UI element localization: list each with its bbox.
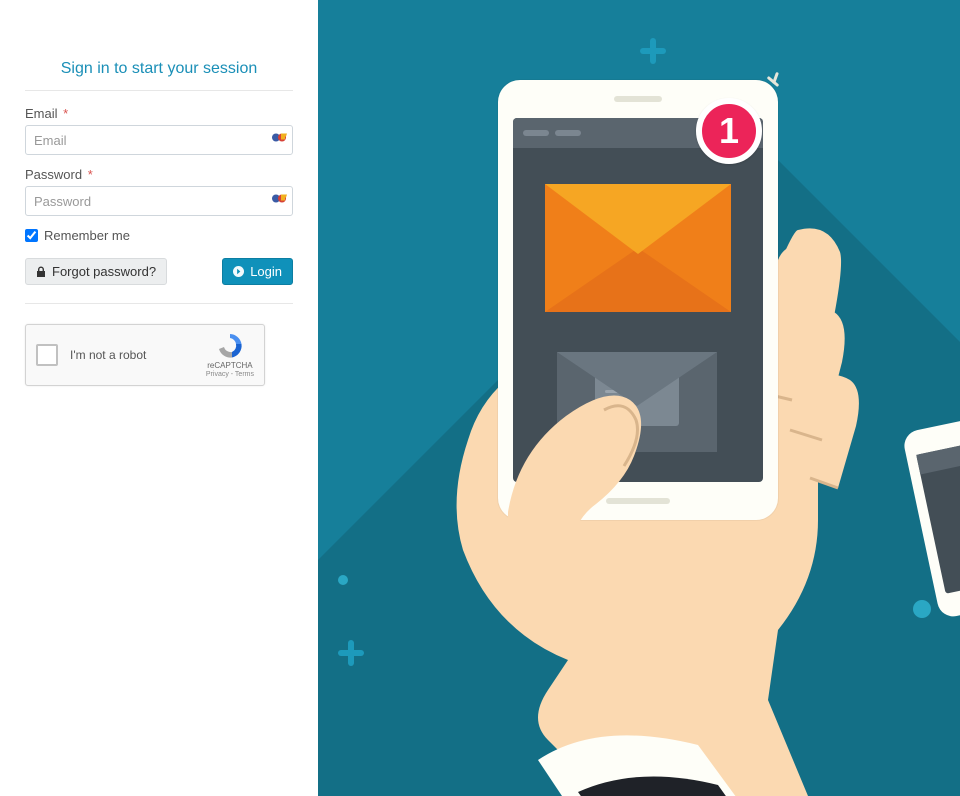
email-input[interactable] xyxy=(25,125,293,155)
plus-icon xyxy=(338,640,364,666)
remember-me-row[interactable]: Remember me xyxy=(25,228,293,243)
recaptcha-checkbox[interactable] xyxy=(36,344,58,366)
forgot-password-button[interactable]: Forgot password? xyxy=(25,258,167,285)
login-panel: Sign in to start your session Email * Pa… xyxy=(0,0,318,796)
recaptcha-logo: reCAPTCHA Privacy - Terms xyxy=(206,332,254,378)
remember-me-checkbox[interactable] xyxy=(25,229,38,242)
login-button-label: Login xyxy=(250,264,282,279)
recaptcha-brand: reCAPTCHA xyxy=(206,361,254,370)
lock-icon xyxy=(36,266,46,278)
divider xyxy=(25,90,293,91)
password-label: Password * xyxy=(25,167,293,182)
notification-badge: 1 xyxy=(696,98,762,164)
recaptcha-label: I'm not a robot xyxy=(70,348,206,362)
illustration-panel: 1 xyxy=(318,0,960,796)
button-row: Forgot password? Login xyxy=(25,258,293,285)
badge-count: 1 xyxy=(719,110,739,152)
credential-icon[interactable] xyxy=(271,131,287,150)
password-group: Password * xyxy=(25,167,293,216)
required-mark: * xyxy=(63,106,68,121)
email-label: Email * xyxy=(25,106,293,121)
email-label-text: Email xyxy=(25,106,58,121)
envelope-icon xyxy=(545,184,731,312)
forgot-password-label: Forgot password? xyxy=(52,264,156,279)
required-mark: * xyxy=(88,167,93,182)
arrow-right-circle-icon xyxy=(233,266,244,277)
plus-icon xyxy=(640,38,666,64)
recaptcha-links[interactable]: Privacy - Terms xyxy=(206,371,254,378)
email-group: Email * xyxy=(25,106,293,155)
divider xyxy=(25,303,293,304)
dot-icon xyxy=(338,575,348,585)
password-input[interactable] xyxy=(25,186,293,216)
page-title: Sign in to start your session xyxy=(25,60,293,78)
thumb-illustration xyxy=(508,362,698,582)
recaptcha-widget[interactable]: I'm not a robot reCAPTCHA Privacy - Term… xyxy=(25,324,265,386)
login-button[interactable]: Login xyxy=(222,258,293,285)
credential-icon[interactable] xyxy=(271,192,287,211)
remember-me-label: Remember me xyxy=(44,228,130,243)
password-label-text: Password xyxy=(25,167,82,182)
